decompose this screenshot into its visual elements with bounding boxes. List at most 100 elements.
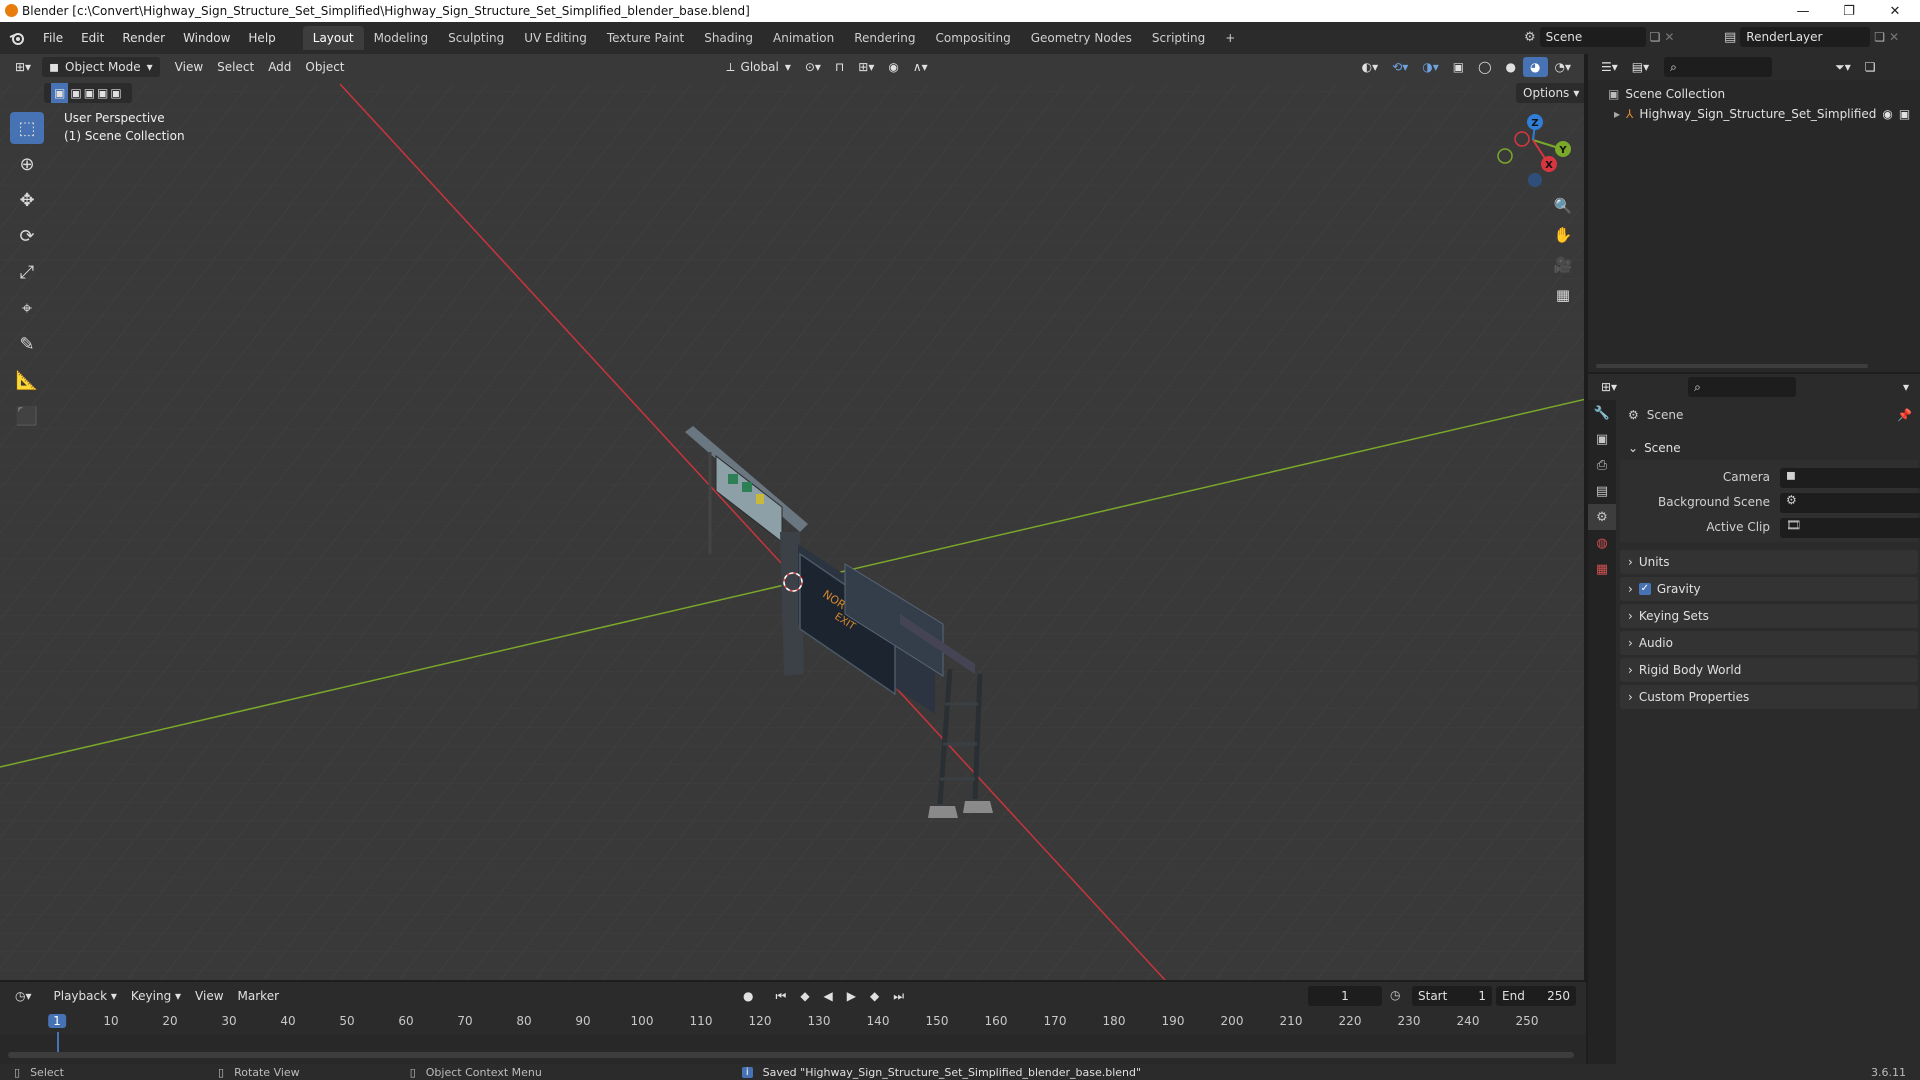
tab-uv-editing[interactable]: UV Editing: [514, 26, 597, 50]
annotate-tool-icon[interactable]: ✎: [10, 328, 44, 360]
clock-icon[interactable]: ◷: [1390, 988, 1400, 1002]
move-tool-icon[interactable]: ✥: [10, 184, 44, 216]
end-frame-field[interactable]: End 250: [1496, 986, 1576, 1006]
outliner-scrollbar[interactable]: [1596, 364, 1868, 368]
tab-compositing[interactable]: Compositing: [925, 26, 1020, 50]
pin-icon[interactable]: 📌: [1897, 408, 1912, 422]
remove-view-layer-icon[interactable]: ✕: [1889, 30, 1899, 44]
scene-icon[interactable]: ⚙: [1524, 30, 1536, 45]
menu-marker[interactable]: Marker: [231, 986, 286, 1006]
view-layer-icon[interactable]: ▤: [1724, 30, 1736, 45]
ortho-toggle-icon[interactable]: ▦: [1550, 282, 1576, 308]
filter-icon[interactable]: ⏷▾: [1828, 57, 1858, 77]
visibility-icon[interactable]: ◐▾: [1355, 57, 1386, 77]
eye-icon[interactable]: ◉: [1882, 104, 1892, 124]
menu-window[interactable]: Window: [174, 27, 239, 49]
remove-scene-icon[interactable]: ✕: [1664, 30, 1674, 44]
menu-keying[interactable]: Keying ▾: [124, 986, 188, 1006]
new-scene-icon[interactable]: ❏: [1650, 30, 1661, 44]
menu-select[interactable]: Select: [210, 57, 261, 77]
tab-sculpting[interactable]: Sculpting: [438, 26, 514, 50]
tab-animation[interactable]: Animation: [763, 26, 844, 50]
expand-arrow-icon[interactable]: ▸: [1614, 104, 1620, 124]
scale-tool-icon[interactable]: ⤢: [10, 256, 44, 288]
options-dropdown[interactable]: Options ▾: [1516, 83, 1584, 103]
tab-shading[interactable]: Shading: [694, 26, 763, 50]
camera-render-icon[interactable]: ▣: [1899, 104, 1910, 124]
select-subtract-icon[interactable]: ▣: [84, 83, 95, 103]
overlay-toggle-icon[interactable]: ◑▾: [1415, 57, 1446, 77]
select-new-icon[interactable]: ▣: [51, 83, 69, 103]
display-mode-icon[interactable]: ▤▾: [1625, 57, 1656, 77]
play-reverse-icon[interactable]: ◀: [817, 986, 840, 1006]
add-workspace-button[interactable]: +: [1215, 26, 1245, 50]
rendered-shading-icon[interactable]: ◔▾: [1548, 57, 1579, 77]
menu-view[interactable]: View: [168, 57, 210, 77]
falloff-icon[interactable]: ∧▾: [906, 57, 935, 77]
scene-selector[interactable]: Scene: [1539, 27, 1646, 47]
zoom-icon[interactable]: 🔍: [1550, 193, 1576, 219]
gravity-checkbox[interactable]: ✓: [1638, 583, 1651, 595]
editor-type-icon[interactable]: ⊞▾: [8, 57, 38, 77]
texture-tab-icon[interactable]: ▦: [1588, 556, 1616, 582]
menu-help[interactable]: Help: [239, 27, 284, 49]
timeline-editor-type-icon[interactable]: ◷▾: [8, 986, 39, 1006]
frame-ruler[interactable]: 1 10 20 30 40 50 60 70 80 90 100 110 120…: [0, 1010, 1586, 1034]
maximize-button[interactable]: ❐: [1826, 0, 1872, 22]
panel-custom-properties[interactable]: › Custom Properties: [1620, 685, 1918, 709]
transform-tool-icon[interactable]: ⌖: [10, 292, 44, 324]
outliner-editor-type-icon[interactable]: ☰▾: [1594, 57, 1625, 77]
scene-tab-icon[interactable]: ⚙: [1588, 504, 1616, 530]
background-scene-field[interactable]: ⚙: [1780, 493, 1920, 513]
properties-search-input[interactable]: ⌕: [1688, 377, 1797, 397]
play-icon[interactable]: ▶: [840, 986, 863, 1006]
timeline-tracks[interactable]: [0, 1032, 1586, 1064]
pivot-point-icon[interactable]: ⊙▾: [798, 57, 828, 77]
new-collection-icon[interactable]: ❏: [1858, 57, 1883, 77]
transform-orientation-dropdown[interactable]: ⟂ Global ▾: [720, 57, 798, 77]
material-shading-icon[interactable]: ◕: [1523, 57, 1548, 77]
menu-edit[interactable]: Edit: [72, 27, 113, 49]
xray-toggle-icon[interactable]: ▣: [1446, 57, 1471, 77]
tab-modeling[interactable]: Modeling: [364, 26, 439, 50]
jump-start-icon[interactable]: ⏮: [769, 986, 794, 1006]
tool-tab-icon[interactable]: 🔧: [1588, 400, 1616, 426]
3d-viewport[interactable]: NORTH EXIT Z Y X ⊞▾ ◼ Object Mode ▾ View…: [0, 54, 1586, 980]
menu-object[interactable]: Object: [298, 57, 351, 77]
panel-scene-header[interactable]: ⌄ Scene: [1620, 436, 1918, 460]
panel-audio[interactable]: › Audio: [1620, 631, 1918, 655]
select-extend-icon[interactable]: ▣: [70, 83, 81, 103]
menu-timeline-view[interactable]: View: [188, 986, 230, 1006]
snap-target-icon[interactable]: ⊞▾: [851, 57, 881, 77]
new-view-layer-icon[interactable]: ❏: [1874, 30, 1885, 44]
next-keyframe-icon[interactable]: ◆: [863, 986, 886, 1006]
tab-texture-paint[interactable]: Texture Paint: [597, 26, 694, 50]
menu-playback[interactable]: Playback ▾: [47, 986, 124, 1006]
jump-end-icon[interactable]: ⏭: [886, 986, 911, 1006]
wireframe-shading-icon[interactable]: ◯: [1471, 57, 1498, 77]
rotate-tool-icon[interactable]: ⟳: [10, 220, 44, 252]
minimize-button[interactable]: —: [1780, 0, 1826, 22]
timeline-scrollbar[interactable]: [8, 1052, 1574, 1058]
menu-add[interactable]: Add: [261, 57, 298, 77]
record-icon[interactable]: ●: [736, 986, 760, 1006]
measure-tool-icon[interactable]: 📐: [10, 364, 44, 396]
blender-menu-icon[interactable]: [0, 27, 34, 49]
menu-file[interactable]: File: [34, 27, 72, 49]
prev-keyframe-icon[interactable]: ◆: [793, 986, 816, 1006]
panel-units[interactable]: › Units: [1620, 550, 1918, 574]
panel-keying-sets[interactable]: › Keying Sets: [1620, 604, 1918, 628]
solid-shading-icon[interactable]: ●: [1499, 57, 1523, 77]
cursor-tool-icon[interactable]: ⊕: [10, 148, 44, 180]
proportional-edit-icon[interactable]: ◉: [881, 57, 905, 77]
output-tab-icon[interactable]: ⎙: [1588, 452, 1616, 478]
tab-scripting[interactable]: Scripting: [1142, 26, 1215, 50]
outliner-scene-collection[interactable]: ▣ Scene Collection: [1608, 84, 1725, 104]
select-invert-icon[interactable]: ▣: [97, 83, 108, 103]
current-frame-field[interactable]: 1: [1308, 986, 1382, 1006]
properties-editor-type-icon[interactable]: ⊞▾: [1594, 377, 1624, 397]
panel-rigid-body-world[interactable]: › Rigid Body World: [1620, 658, 1918, 682]
add-cube-tool-icon[interactable]: ⬛: [10, 400, 44, 432]
start-frame-field[interactable]: Start 1: [1412, 986, 1492, 1006]
render-tab-icon[interactable]: ▣: [1588, 426, 1616, 452]
